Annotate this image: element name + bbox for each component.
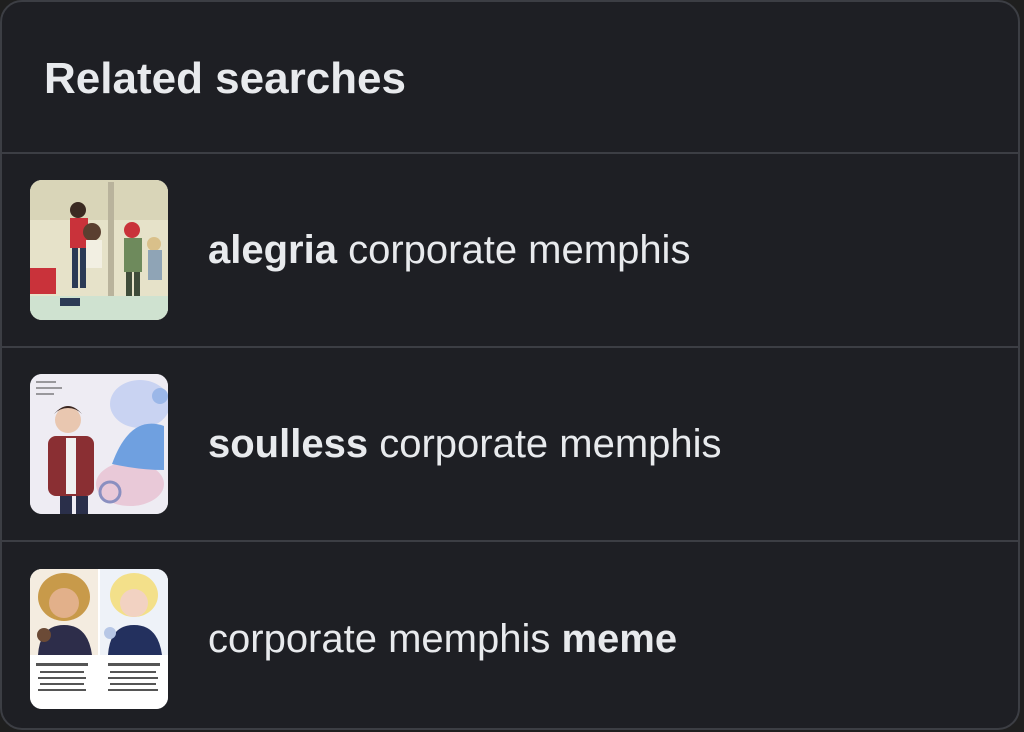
illustration-thumbnail-icon [30, 180, 168, 320]
query-bold-term: soulless [208, 421, 369, 466]
related-search-item-soulless[interactable]: soulless corporate memphis [2, 348, 1018, 542]
illustration-thumbnail-icon [30, 569, 168, 709]
query-rest: corporate memphis [336, 227, 691, 272]
panel-title: Related searches [44, 54, 406, 103]
query-bold-term: meme [561, 616, 678, 661]
related-search-item-alegria[interactable]: alegria corporate memphis [2, 154, 1018, 348]
related-search-thumbnail [30, 374, 168, 514]
illustration-thumbnail-icon [30, 374, 168, 514]
query-rest: corporate memphis [368, 421, 722, 466]
related-search-thumbnail [30, 569, 168, 709]
panel-header: Related searches [2, 2, 1018, 154]
related-search-item-meme[interactable]: corporate memphis meme [2, 542, 1018, 728]
related-searches-panel: Related searches alegria corporate memph… [0, 0, 1020, 730]
related-search-thumbnail [30, 180, 168, 320]
query-bold-term: alegria [208, 227, 337, 272]
related-search-text: soulless corporate memphis [208, 422, 722, 467]
related-search-text: corporate memphis meme [208, 617, 677, 662]
query-lead: corporate memphis [208, 616, 562, 661]
related-search-text: alegria corporate memphis [208, 228, 690, 273]
